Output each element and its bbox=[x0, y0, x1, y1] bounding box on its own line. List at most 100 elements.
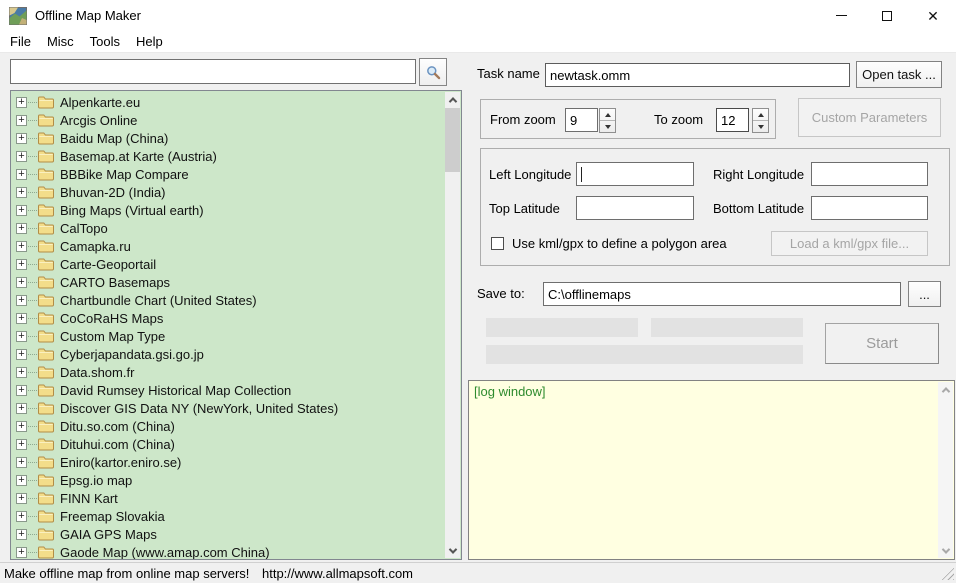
tree-item[interactable]: Eniro(kartor.eniro.se) bbox=[11, 453, 445, 471]
expand-plus-icon[interactable] bbox=[16, 330, 27, 342]
folder-icon bbox=[38, 258, 54, 270]
right-longitude-input[interactable] bbox=[811, 162, 928, 186]
expand-plus-icon[interactable] bbox=[16, 420, 27, 432]
task-name-input[interactable] bbox=[545, 63, 850, 87]
expand-plus-icon[interactable] bbox=[16, 240, 27, 252]
log-window[interactable]: [log window] bbox=[468, 380, 955, 560]
main-area: Alpenkarte.eu Arcgis Online Baidu Map (C… bbox=[0, 53, 956, 562]
expand-plus-icon[interactable] bbox=[16, 348, 27, 360]
left-longitude-input[interactable] bbox=[576, 162, 694, 186]
to-zoom-stepper[interactable] bbox=[752, 108, 769, 133]
tree-item[interactable]: CoCoRaHS Maps bbox=[11, 309, 445, 327]
scroll-down-icon[interactable] bbox=[938, 543, 953, 558]
tree-item[interactable]: CalTopo bbox=[11, 219, 445, 237]
menu-tools[interactable]: Tools bbox=[82, 31, 128, 53]
expand-plus-icon[interactable] bbox=[16, 168, 27, 180]
tree-connector bbox=[28, 371, 37, 373]
tree-item[interactable]: Ditu.so.com (China) bbox=[11, 417, 445, 435]
kml-checkbox[interactable] bbox=[491, 237, 504, 250]
minimize-button[interactable] bbox=[818, 0, 864, 31]
tree-item[interactable]: CARTO Basemaps bbox=[11, 273, 445, 291]
tree-item[interactable]: Dituhui.com (China) bbox=[11, 435, 445, 453]
tree-item[interactable]: Baidu Map (China) bbox=[11, 129, 445, 147]
expand-plus-icon[interactable] bbox=[16, 366, 27, 378]
open-task-button[interactable]: Open task ... bbox=[856, 61, 942, 88]
to-zoom-input[interactable] bbox=[716, 108, 749, 132]
tree-item[interactable]: Arcgis Online bbox=[11, 111, 445, 129]
expand-plus-icon[interactable] bbox=[16, 96, 27, 108]
tree-item[interactable]: Camapka.ru bbox=[11, 237, 445, 255]
folder-icon bbox=[38, 420, 54, 432]
tree-item[interactable]: Bing Maps (Virtual earth) bbox=[11, 201, 445, 219]
folder-icon bbox=[38, 402, 54, 414]
maximize-button[interactable] bbox=[864, 0, 910, 31]
menu-misc[interactable]: Misc bbox=[39, 31, 82, 53]
tree-item[interactable]: Gaode Map (www.amap.com China) bbox=[11, 543, 445, 559]
top-latitude-input[interactable] bbox=[576, 196, 694, 220]
menu-help[interactable]: Help bbox=[128, 31, 171, 53]
tree-item[interactable]: Carte-Geoportail bbox=[11, 255, 445, 273]
expand-plus-icon[interactable] bbox=[16, 294, 27, 306]
scroll-up-icon[interactable] bbox=[445, 92, 460, 107]
tree-item[interactable]: Alpenkarte.eu bbox=[11, 93, 445, 111]
expand-plus-icon[interactable] bbox=[16, 474, 27, 486]
expand-plus-icon[interactable] bbox=[16, 438, 27, 450]
tree-item[interactable]: Epsg.io map bbox=[11, 471, 445, 489]
from-zoom-stepper[interactable] bbox=[599, 108, 616, 133]
expand-plus-icon[interactable] bbox=[16, 222, 27, 234]
spin-down-icon[interactable] bbox=[753, 121, 768, 132]
expand-plus-icon[interactable] bbox=[16, 492, 27, 504]
expand-plus-icon[interactable] bbox=[16, 510, 27, 522]
resize-grip-icon[interactable] bbox=[940, 566, 954, 580]
spin-up-icon[interactable] bbox=[600, 109, 615, 121]
tree-item[interactable]: Bhuvan-2D (India) bbox=[11, 183, 445, 201]
tree-connector bbox=[28, 299, 37, 301]
expand-plus-icon[interactable] bbox=[16, 276, 27, 288]
menu-file[interactable]: File bbox=[2, 31, 39, 53]
tree-item[interactable]: Data.shom.fr bbox=[11, 363, 445, 381]
expand-plus-icon[interactable] bbox=[16, 258, 27, 270]
expand-plus-icon[interactable] bbox=[16, 150, 27, 162]
custom-parameters-button[interactable]: Custom Parameters bbox=[798, 98, 941, 137]
tree-scrollbar-thumb[interactable] bbox=[445, 108, 460, 172]
scroll-down-icon[interactable] bbox=[445, 543, 460, 558]
expand-plus-icon[interactable] bbox=[16, 546, 27, 558]
save-path-input[interactable] bbox=[543, 282, 901, 306]
tree-item[interactable]: BBBike Map Compare bbox=[11, 165, 445, 183]
tree-item[interactable]: Basemap.at Karte (Austria) bbox=[11, 147, 445, 165]
search-button[interactable] bbox=[419, 58, 447, 86]
bottom-latitude-input[interactable] bbox=[811, 196, 928, 220]
from-zoom-input[interactable] bbox=[565, 108, 598, 132]
expand-plus-icon[interactable] bbox=[16, 528, 27, 540]
tree-item-label: Alpenkarte.eu bbox=[60, 94, 141, 110]
tree-item[interactable]: GAIA GPS Maps bbox=[11, 525, 445, 543]
expand-plus-icon[interactable] bbox=[16, 402, 27, 414]
load-kml-button[interactable]: Load a kml/gpx file... bbox=[771, 231, 928, 256]
tree-item[interactable]: Cyberjapandata.gsi.go.jp bbox=[11, 345, 445, 363]
spin-down-icon[interactable] bbox=[600, 121, 615, 132]
spin-up-icon[interactable] bbox=[753, 109, 768, 121]
tree-item[interactable]: Chartbundle Chart (United States) bbox=[11, 291, 445, 309]
search-input[interactable] bbox=[10, 59, 416, 84]
close-button[interactable]: ✕ bbox=[910, 0, 956, 31]
tree-item[interactable]: Custom Map Type bbox=[11, 327, 445, 345]
expand-plus-icon[interactable] bbox=[16, 186, 27, 198]
tree-item[interactable]: FINN Kart bbox=[11, 489, 445, 507]
expand-plus-icon[interactable] bbox=[16, 114, 27, 126]
expand-plus-icon[interactable] bbox=[16, 384, 27, 396]
scroll-up-icon[interactable] bbox=[938, 382, 953, 397]
tree-item[interactable]: Discover GIS Data NY (NewYork, United St… bbox=[11, 399, 445, 417]
start-button[interactable]: Start bbox=[825, 323, 939, 364]
expand-plus-icon[interactable] bbox=[16, 132, 27, 144]
tree-connector bbox=[28, 191, 37, 193]
expand-plus-icon[interactable] bbox=[16, 204, 27, 216]
tree-item-label: CARTO Basemaps bbox=[60, 274, 171, 290]
browse-button[interactable]: ... bbox=[908, 281, 941, 307]
tree-item[interactable]: Freemap Slovakia bbox=[11, 507, 445, 525]
tree-item[interactable]: David Rumsey Historical Map Collection bbox=[11, 381, 445, 399]
expand-plus-icon[interactable] bbox=[16, 312, 27, 324]
expand-plus-icon[interactable] bbox=[16, 456, 27, 468]
kml-checkbox-label[interactable]: Use kml/gpx to define a polygon area bbox=[512, 236, 727, 251]
log-scrollbar[interactable] bbox=[938, 382, 953, 558]
tree-scrollbar[interactable] bbox=[445, 92, 460, 558]
